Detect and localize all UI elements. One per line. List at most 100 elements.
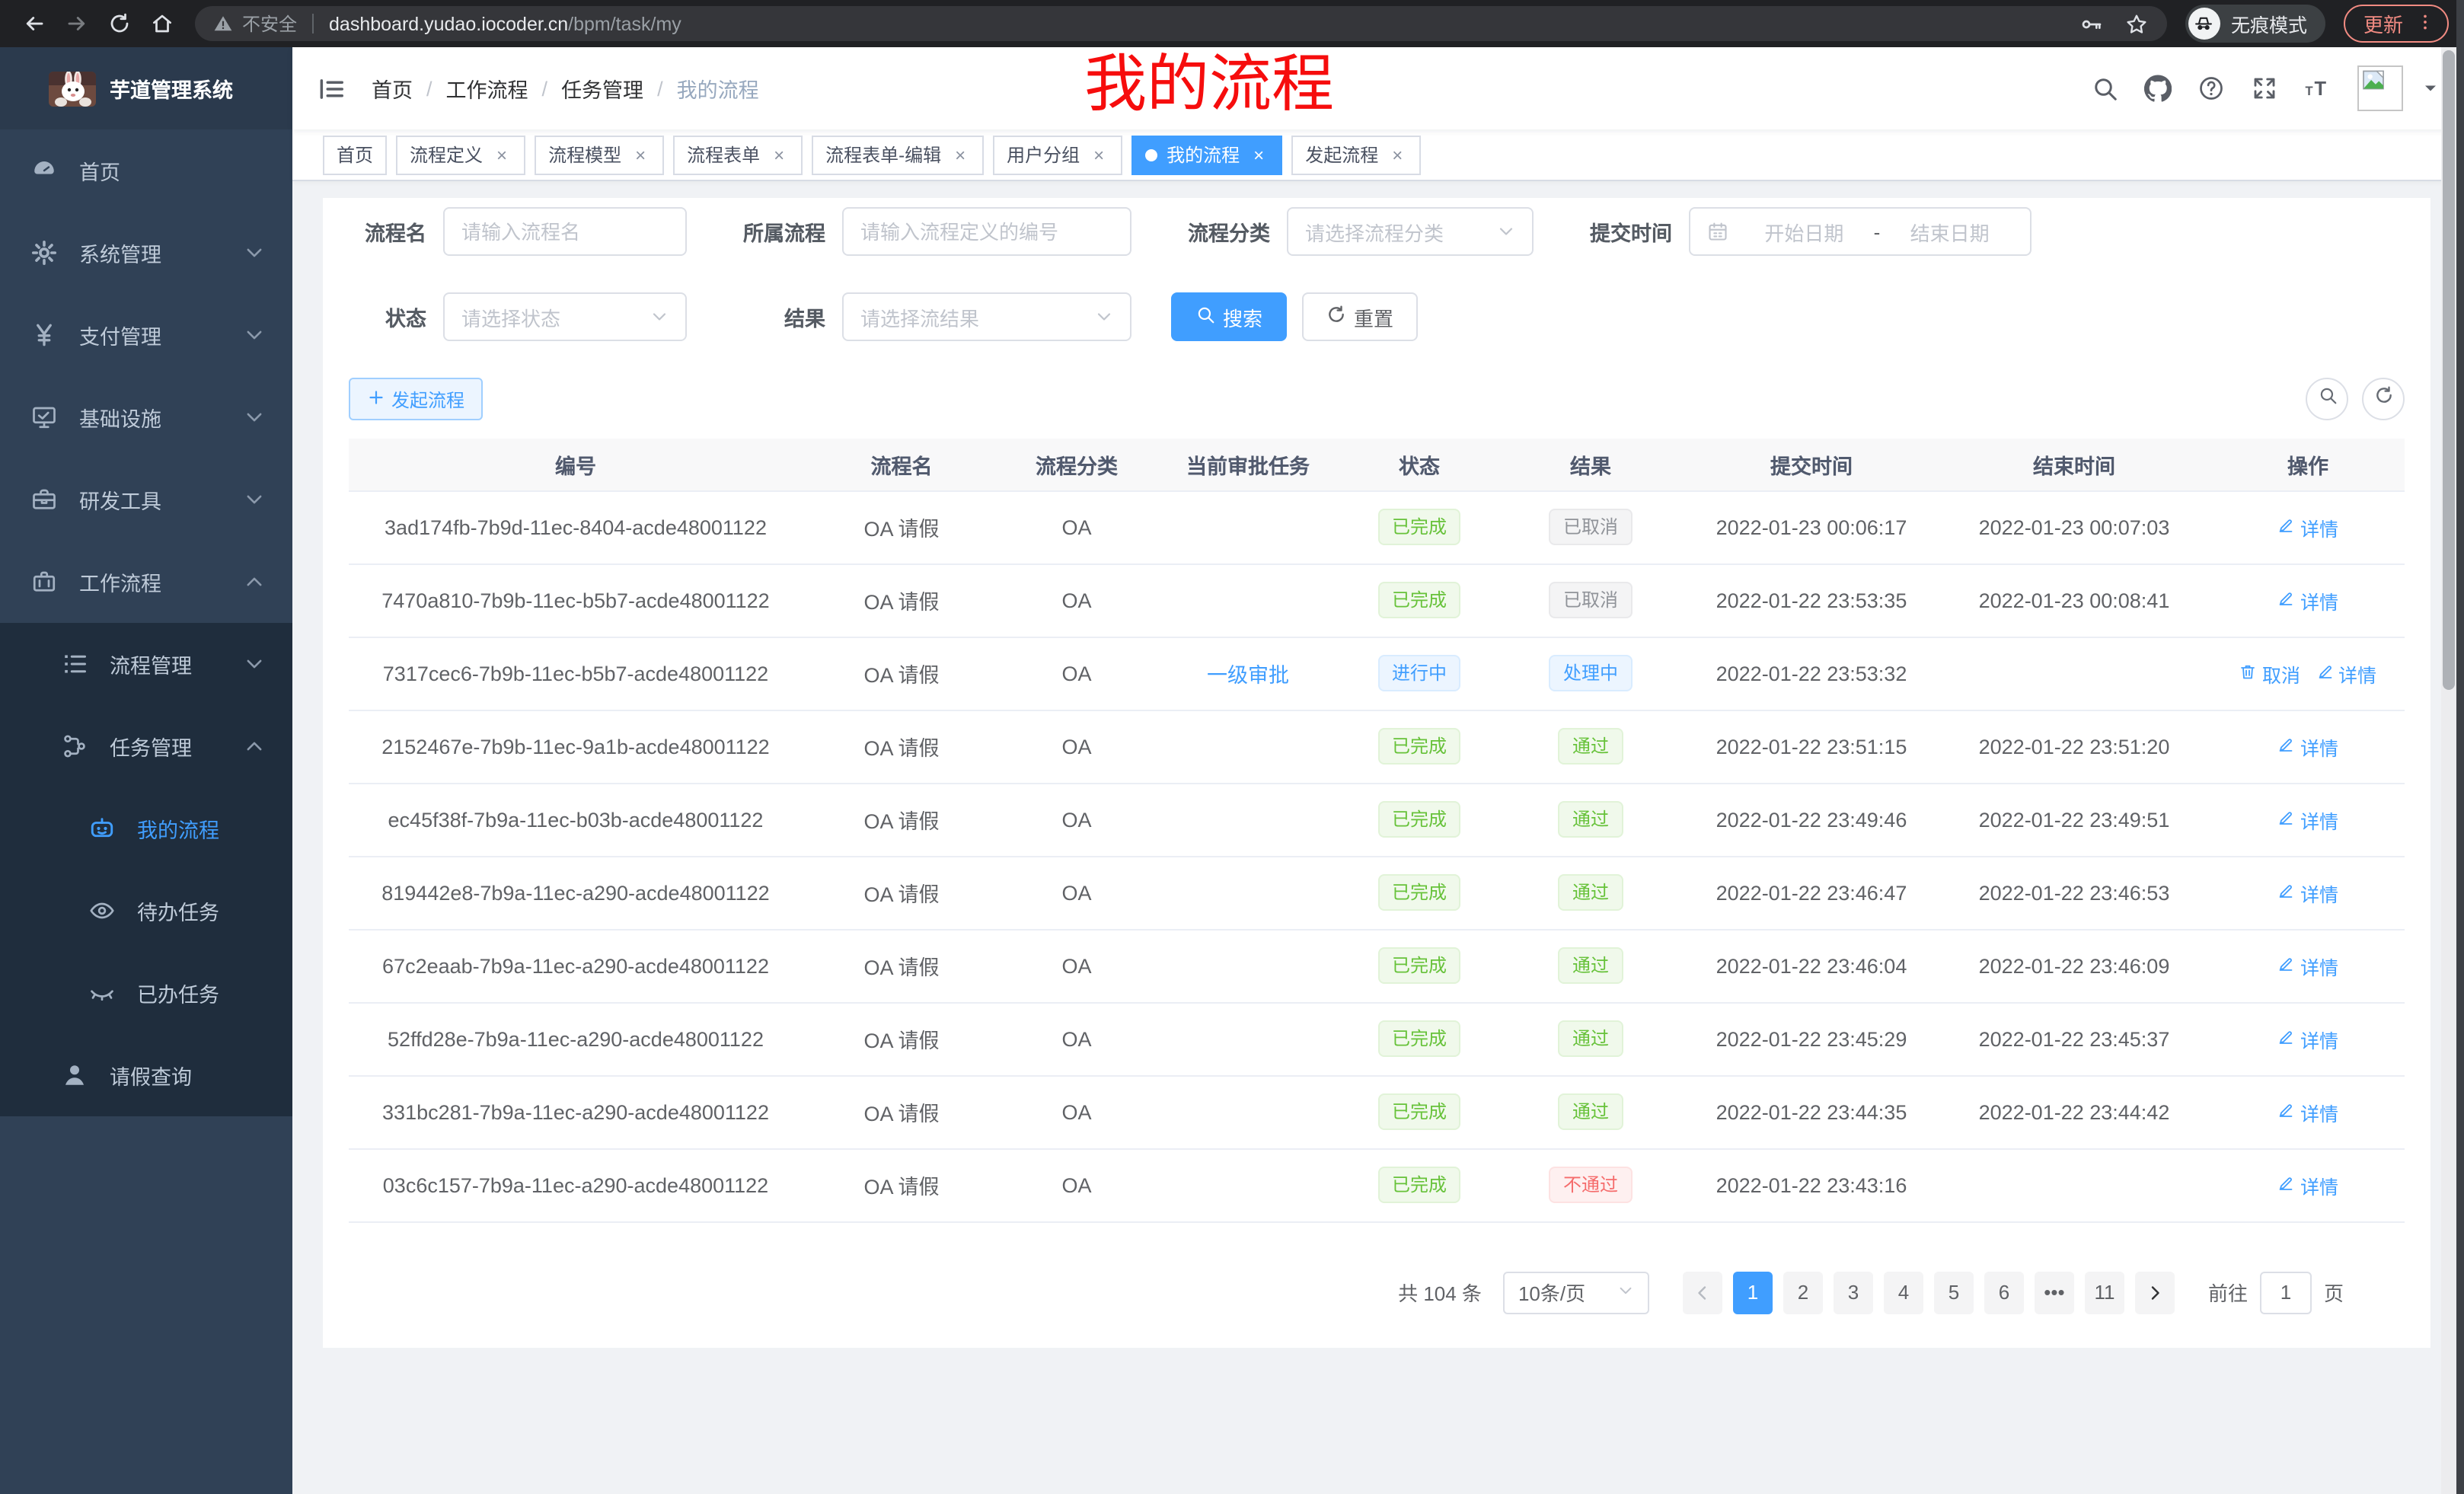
hamburger-icon[interactable] xyxy=(317,74,346,103)
browser-forward-icon[interactable] xyxy=(61,8,91,39)
avatar[interactable] xyxy=(2357,65,2403,111)
action-详情[interactable]: 详情 xyxy=(2277,1024,2338,1053)
result-select[interactable]: 请选择流结果 xyxy=(842,292,1131,341)
action-详情[interactable]: 详情 xyxy=(2277,512,2338,541)
search-button[interactable]: 搜索 xyxy=(1171,292,1287,341)
sidebar-item-待办任务[interactable]: 待办任务 xyxy=(0,870,292,952)
breadcrumb-item[interactable]: 任务管理 xyxy=(561,73,643,104)
status-tag: 进行中 xyxy=(1378,655,1460,691)
tab-流程定义[interactable]: 流程定义× xyxy=(396,135,525,174)
pagination-ellipsis[interactable]: ••• xyxy=(2035,1271,2074,1314)
tab-close-icon[interactable]: × xyxy=(492,144,512,165)
action-取消[interactable]: 取消 xyxy=(2239,659,2300,688)
page-size-select[interactable]: 10条/页 xyxy=(1503,1271,1649,1314)
pagination-page-3[interactable]: 3 xyxy=(1834,1271,1873,1314)
github-icon[interactable] xyxy=(2144,75,2172,102)
url-text[interactable]: dashboard.yudao.iocoder.cn/bpm/task/my xyxy=(329,13,2057,34)
action-详情[interactable]: 详情 xyxy=(2277,878,2338,907)
action-详情[interactable]: 详情 xyxy=(2277,1170,2338,1199)
pagination-page-6[interactable]: 6 xyxy=(1984,1271,2024,1314)
password-key-icon[interactable] xyxy=(2079,11,2103,36)
tab-close-icon[interactable]: × xyxy=(630,144,650,165)
action-详情[interactable]: 详情 xyxy=(2277,951,2338,980)
tab-close-icon[interactable]: × xyxy=(950,144,970,165)
search-icon[interactable] xyxy=(2091,75,2118,102)
reset-button[interactable]: 重置 xyxy=(1302,292,1418,341)
submit-time-range-picker[interactable]: 开始日期 - 结束日期 xyxy=(1689,207,2032,256)
bookmark-star-icon[interactable] xyxy=(2124,11,2149,36)
goto-page-input[interactable] xyxy=(2260,1271,2312,1314)
pagination-page-4[interactable]: 4 xyxy=(1884,1271,1923,1314)
browser-menu-icon[interactable] xyxy=(2415,11,2435,36)
sidebar-item-首页[interactable]: 首页 xyxy=(0,129,292,212)
tab-发起流程[interactable]: 发起流程× xyxy=(1291,135,1421,174)
browser-home-icon[interactable] xyxy=(146,8,177,39)
pagination-page-1[interactable]: 1 xyxy=(1733,1271,1773,1314)
sidebar-item-请假查询[interactable]: 请假查询 xyxy=(0,1034,292,1116)
tab-流程表单-编辑[interactable]: 流程表单-编辑× xyxy=(812,135,984,174)
action-详情[interactable]: 详情 xyxy=(2277,732,2338,761)
briefcase-icon xyxy=(30,568,58,595)
not-secure-icon xyxy=(213,14,233,34)
tab-流程表单[interactable]: 流程表单× xyxy=(673,135,803,174)
result-tag: 已取消 xyxy=(1550,509,1632,545)
scrollbar-thumb[interactable] xyxy=(2443,50,2455,690)
tab-label: 我的流程 xyxy=(1167,142,1240,168)
tab-流程模型[interactable]: 流程模型× xyxy=(535,135,664,174)
name-input[interactable] xyxy=(461,220,669,243)
cell-current-task[interactable]: 一级审批 xyxy=(1153,637,1343,710)
action-详情[interactable]: 详情 xyxy=(2316,659,2376,688)
pagination-next-button[interactable] xyxy=(2135,1271,2175,1314)
fullscreen-icon[interactable] xyxy=(2251,75,2278,102)
browser-reload-icon[interactable] xyxy=(104,8,134,39)
pagination-prev-button[interactable] xyxy=(1683,1271,1722,1314)
cell-submit-time: 2022-01-22 23:43:16 xyxy=(1686,1148,1937,1221)
update-label: 更新 xyxy=(2363,9,2403,38)
tab-close-icon[interactable]: × xyxy=(1089,144,1109,165)
cell-current-task xyxy=(1153,1148,1343,1221)
action-详情[interactable]: 详情 xyxy=(2277,586,2338,615)
definition-input[interactable] xyxy=(860,220,1113,243)
sidebar-item-系统管理[interactable]: 系统管理 xyxy=(0,212,292,294)
category-select[interactable]: 请选择流程分类 xyxy=(1287,207,1534,256)
create-process-button[interactable]: 发起流程 xyxy=(349,378,483,420)
refresh-table-button[interactable] xyxy=(2362,378,2405,420)
show-search-button[interactable] xyxy=(2306,378,2348,420)
sidebar-item-支付管理[interactable]: 支付管理 xyxy=(0,294,292,376)
action-详情[interactable]: 详情 xyxy=(2277,1097,2338,1126)
sidebar-item-已办任务[interactable]: 已办任务 xyxy=(0,952,292,1034)
browser-back-icon[interactable] xyxy=(18,8,49,39)
breadcrumb: 首页/工作流程/任务管理/我的流程 xyxy=(372,73,759,104)
cell-id: 03c6c157-7b9a-11ec-a290-acde48001122 xyxy=(349,1148,803,1221)
tab-用户分组[interactable]: 用户分组× xyxy=(993,135,1122,174)
breadcrumb-item[interactable]: 首页 xyxy=(372,73,413,104)
pagination-page-11[interactable]: 11 xyxy=(2085,1271,2124,1314)
browser-update-button[interactable]: 更新 xyxy=(2344,5,2449,43)
tab-close-icon[interactable]: × xyxy=(1249,144,1269,165)
pagination-page-2[interactable]: 2 xyxy=(1783,1271,1823,1314)
sidebar-item-任务管理[interactable]: 任务管理 xyxy=(0,705,292,787)
tab-首页[interactable]: 首页 xyxy=(323,135,387,174)
cell-category: OA xyxy=(1001,710,1153,783)
font-size-icon[interactable]: TT xyxy=(2304,75,2332,102)
sidebar-item-工作流程[interactable]: 工作流程 xyxy=(0,541,292,623)
sidebar-item-流程管理[interactable]: 流程管理 xyxy=(0,623,292,705)
tab-close-icon[interactable]: × xyxy=(1387,144,1407,165)
page-scrollbar[interactable] xyxy=(2441,47,2456,1494)
address-bar[interactable]: 不安全 dashboard.yudao.iocoder.cn/bpm/task/… xyxy=(195,6,2167,41)
tab-close-icon[interactable]: × xyxy=(769,144,789,165)
goto-label: 前往 xyxy=(2208,1278,2248,1307)
pagination-page-5[interactable]: 5 xyxy=(1934,1271,1974,1314)
status-select[interactable]: 请选择状态 xyxy=(443,292,687,341)
sidebar-item-研发工具[interactable]: 研发工具 xyxy=(0,458,292,541)
action-详情[interactable]: 详情 xyxy=(2277,805,2338,834)
list-icon xyxy=(61,650,88,678)
app-logo-row[interactable]: 芋道管理系统 xyxy=(0,47,292,129)
help-icon[interactable] xyxy=(2197,75,2225,102)
sidebar-item-基础设施[interactable]: 基础设施 xyxy=(0,376,292,458)
breadcrumb-item[interactable]: 工作流程 xyxy=(446,73,528,104)
avatar-caret-down-icon[interactable] xyxy=(2421,79,2440,97)
table-row: 2152467e-7b9b-11ec-9a1b-acde48001122OA 请… xyxy=(349,710,2405,783)
tab-我的流程[interactable]: 我的流程 × xyxy=(1131,135,1282,174)
sidebar-item-我的流程[interactable]: 我的流程 xyxy=(0,787,292,870)
